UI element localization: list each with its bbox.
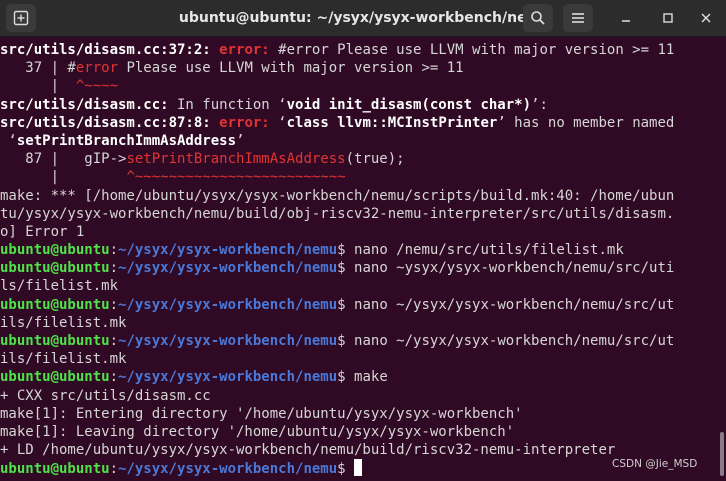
error-text: error:: [219, 114, 279, 131]
prompt-user: ubuntu@ubuntu: [0, 296, 110, 313]
terminal-line: 37 | #error Please use LLVM with major v…: [0, 59, 726, 77]
error-text: error: [75, 60, 119, 77]
terminal-line: ‘setPrintBranchImmAsAddress’: [0, 132, 726, 150]
output-text: src/utils/disasm.cc:87:8:: [0, 114, 220, 131]
output-text: $ make: [337, 369, 388, 386]
output-text: ’ has no member named: [497, 114, 675, 131]
terminal-line: ils/filelist.mk: [0, 314, 726, 332]
terminal-scrollbar[interactable]: [720, 432, 724, 476]
minimize-icon: [622, 20, 630, 22]
terminal-line: ils/filelist.mk: [0, 350, 726, 368]
output-text: + LD /home/ubuntu/ysyx/ysyx-workbench/ne…: [0, 442, 616, 459]
prompt-user: ubuntu@ubuntu: [0, 242, 110, 259]
output-text: Please use LLVM with major version >= 11: [118, 60, 464, 77]
output-text: :: [109, 296, 119, 313]
terminal-line: + LD /home/ubuntu/ysyx/ysyx-workbench/ne…: [0, 441, 726, 459]
output-text: :: [109, 333, 119, 349]
output-text: :: [109, 260, 119, 277]
prompt-path: ~/ysyx/ysyx-workbench/nemu: [118, 296, 338, 313]
output-text: |: [0, 78, 76, 95]
search-icon: [531, 11, 545, 25]
error-text: ^~~~~~~~~~~~~~~~~~~~~~~~~~: [126, 169, 346, 186]
output-text: $ nano /nemu/src/utils/filelist.mk: [337, 242, 624, 259]
maximize-icon: [663, 13, 673, 23]
output-text: In function ‘: [168, 96, 287, 113]
terminal-line: src/utils/disasm.cc:87:8: error: ‘class …: [0, 114, 726, 132]
output-text: $: [337, 461, 355, 478]
prompt-path: ~/ysyx/ysyx-workbench/nemu: [118, 461, 338, 478]
close-button[interactable]: [697, 9, 715, 27]
maximize-button[interactable]: [659, 9, 677, 27]
output-text: #error Please use LLVM with major versio…: [278, 42, 675, 58]
output-text: src/utils/disasm.cc:37:2:: [0, 42, 220, 58]
terminal-output[interactable]: src/utils/disasm.cc:37:2: error: #error …: [0, 41, 726, 481]
watermark: CSDN @Jie_MSD: [612, 458, 698, 470]
terminal-line: make[1]: Leaving directory '/home/ubuntu…: [0, 423, 726, 441]
search-button[interactable]: [523, 4, 553, 32]
minimize-button[interactable]: [617, 9, 635, 27]
output-text: make: *** [/home/ubuntu/ysyx/ysyx-workbe…: [0, 187, 675, 204]
output-text: ’: [236, 132, 245, 149]
new-tab-icon: [13, 10, 29, 26]
close-icon: [701, 13, 711, 23]
terminal-line: ubuntu@ubuntu:~/ysyx/ysyx-workbench/nemu…: [0, 332, 726, 350]
prompt-user: ubuntu@ubuntu: [0, 333, 110, 349]
output-text: tu/ysyx/ysyx-workbench/nemu/build/obj-ri…: [0, 205, 675, 222]
error-text: setPrintBranchImmAsAddress: [126, 151, 346, 168]
text-cursor: [354, 459, 363, 477]
menu-button[interactable]: [563, 4, 593, 32]
output-text: o] Error 1: [0, 223, 85, 240]
terminal-line: | ^~~~~~~~~~~~~~~~~~~~~~~~~~: [0, 168, 726, 186]
terminal-line: ubuntu@ubuntu:~/ysyx/ysyx-workbench/nemu…: [0, 368, 726, 386]
prompt-user: ubuntu@ubuntu: [0, 369, 110, 386]
output-text: |: [0, 169, 127, 186]
prompt-user: ubuntu@ubuntu: [0, 461, 110, 478]
output-text: ls/filelist.mk: [0, 278, 119, 295]
output-text: :: [109, 369, 119, 386]
output-text: make[1]: Leaving directory '/home/ubuntu…: [0, 423, 515, 440]
terminal-line: make: *** [/home/ubuntu/ysyx/ysyx-workbe…: [0, 187, 726, 205]
output-text: + CXX src/utils/disasm.cc: [0, 387, 211, 404]
terminal-line: | ^~~~~: [0, 77, 726, 95]
prompt-path: ~/ysyx/ysyx-workbench/nemu: [118, 333, 338, 349]
output-text: ‘: [0, 132, 17, 149]
output-text: ils/filelist.mk: [0, 351, 127, 368]
terminal-line: tu/ysyx/ysyx-workbench/nemu/build/obj-ri…: [0, 205, 726, 223]
terminal-line: src/utils/disasm.cc:37:2: error: #error …: [0, 41, 726, 59]
terminal-line: ubuntu@ubuntu:~/ysyx/ysyx-workbench/nemu…: [0, 259, 726, 277]
prompt-user: ubuntu@ubuntu: [0, 260, 110, 277]
output-text: src/utils/disasm.cc:: [0, 96, 169, 113]
terminal-line: 87 | gIP->setPrintBranchImmAsAddress(tru…: [0, 150, 726, 168]
prompt-path: ~/ysyx/ysyx-workbench/nemu: [118, 369, 338, 386]
output-text: ‘: [278, 114, 287, 131]
error-text: error:: [219, 42, 279, 58]
output-text: (true);: [345, 151, 405, 168]
output-text: $ nano ~/ysyx/ysyx-workbench/nemu/src/ut: [337, 333, 675, 349]
terminal-line: src/utils/disasm.cc: In function ‘void i…: [0, 96, 726, 114]
terminal-line: ls/filelist.mk: [0, 277, 726, 295]
prompt-path: ~/ysyx/ysyx-workbench/nemu: [118, 242, 338, 259]
new-tab-button[interactable]: [6, 4, 36, 32]
prompt-path: ~/ysyx/ysyx-workbench/nemu: [118, 260, 338, 277]
terminal-line: ubuntu@ubuntu:~/ysyx/ysyx-workbench/nemu…: [0, 241, 726, 259]
output-text: ’:: [531, 96, 548, 113]
output-text: class llvm::MCInstPrinter: [286, 114, 498, 131]
output-text: make[1]: Entering directory '/home/ubunt…: [0, 405, 523, 422]
output-text: ils/filelist.mk: [0, 314, 127, 331]
terminal-line: ubuntu@ubuntu:~/ysyx/ysyx-workbench/nemu…: [0, 296, 726, 314]
terminal-line: o] Error 1: [0, 223, 726, 241]
output-text: 87 | gIP->: [0, 151, 127, 168]
error-text: ^~~~~: [75, 78, 119, 95]
hamburger-menu-icon: [572, 13, 584, 23]
output-text: 37 | #: [0, 60, 76, 77]
output-text: $ nano ~/ysyx/ysyx-workbench/nemu/src/ut: [337, 296, 675, 313]
terminal-line: + CXX src/utils/disasm.cc: [0, 387, 726, 405]
output-text: :: [109, 242, 119, 259]
terminal-line: make[1]: Entering directory '/home/ubunt…: [0, 405, 726, 423]
output-text: void init_disasm(const char*): [286, 96, 532, 113]
title-bar: ubuntu@ubuntu: ~/ysyx/ysyx-workbench/nem…: [0, 0, 726, 37]
output-text: :: [109, 461, 119, 478]
output-text: setPrintBranchImmAsAddress: [16, 132, 237, 149]
output-text: $ nano ~ysyx/ysyx-workbench/nemu/src/uti: [337, 260, 675, 277]
